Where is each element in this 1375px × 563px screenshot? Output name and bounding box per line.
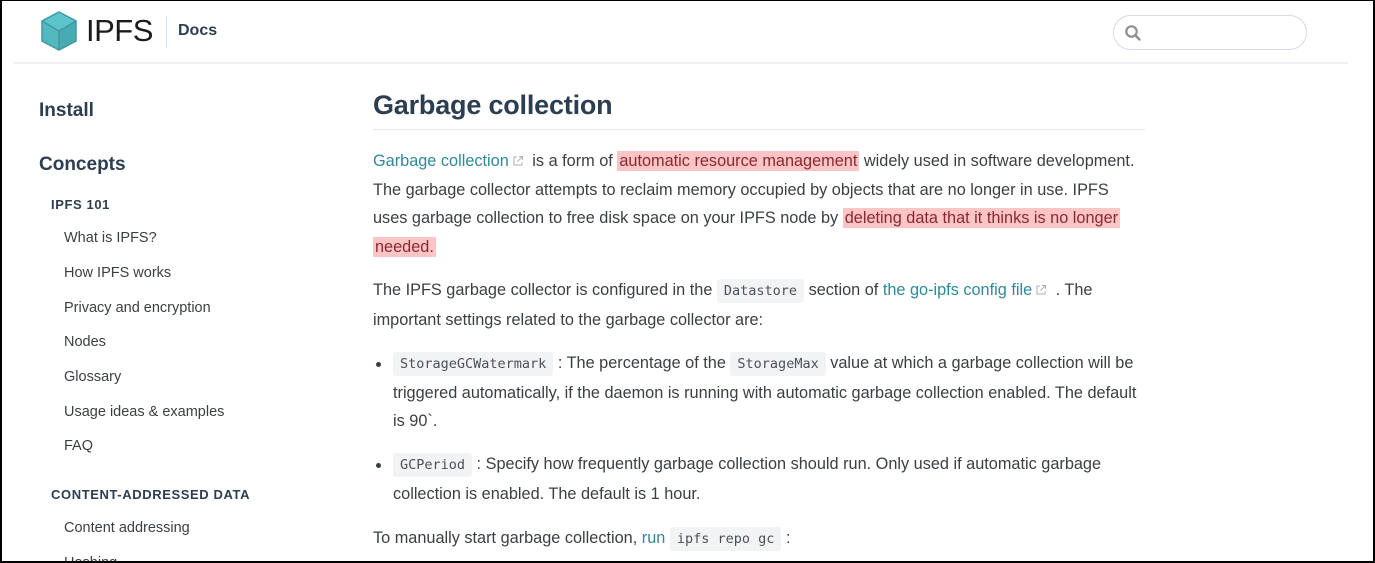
ipfs-cube-icon	[41, 11, 77, 51]
config-paragraph: The IPFS garbage collector is configured…	[373, 276, 1145, 334]
docs-link[interactable]: Docs	[178, 22, 217, 40]
code-ipfs-repo-gc: ipfs repo gc	[669, 527, 782, 551]
page-title: Garbage collection	[373, 90, 613, 120]
sidebar-item-nodes[interactable]: Nodes	[64, 334, 106, 350]
code-storagegcwatermark: StorageGCWatermark	[393, 352, 554, 376]
sidebar-item-how-ipfs-works[interactable]: How IPFS works	[64, 265, 171, 281]
run-link[interactable]: run	[642, 529, 666, 547]
list-item-text: : The percentage of the	[553, 354, 731, 372]
sidebar-item-faq[interactable]: FAQ	[64, 438, 93, 454]
sidebar-item-usage-ideas[interactable]: Usage ideas & examples	[64, 404, 224, 420]
garbage-collection-link[interactable]: Garbage collection	[373, 152, 509, 170]
list-item-text: : Specify how frequently garbage collect…	[393, 455, 1102, 503]
search-icon	[1125, 25, 1141, 41]
intro-text-1: is a form of	[527, 152, 618, 170]
code-gcperiod: GCPeriod	[393, 453, 473, 477]
code-storagemax: StorageMax	[730, 352, 826, 376]
list-bullet	[376, 463, 381, 468]
list-item-gcperiod: GCPeriod : Specify how frequently garbag…	[393, 450, 1145, 508]
manual-gc-text-1: To manually start garbage collection,	[373, 529, 642, 547]
main-content: Garbage collection Garbage collection is…	[373, 66, 1145, 563]
sidebar-nav: Install Concepts IPFS 101 What is IPFS? …	[0, 66, 340, 563]
external-link-icon	[1036, 285, 1047, 295]
intro-paragraph: Garbage collection is a form of automati…	[373, 147, 1145, 261]
top-navbar: IPFS Docs	[14, 0, 1348, 64]
sidebar-item-concepts[interactable]: Concepts	[39, 154, 126, 176]
search-box[interactable]	[1113, 15, 1307, 50]
sidebar-item-privacy-encryption[interactable]: Privacy and encryption	[64, 300, 211, 316]
config-text-2: section of	[804, 281, 883, 299]
title-divider	[373, 129, 1145, 130]
external-link-icon	[513, 156, 523, 166]
config-text-1: The IPFS garbage collector is configured…	[373, 281, 717, 299]
code-datastore: Datastore	[716, 279, 805, 303]
sidebar-group-ipfs-101[interactable]: IPFS 101	[51, 197, 110, 212]
ipfs-logo-link[interactable]: IPFS	[40, 10, 153, 52]
sidebar-item-glossary[interactable]: Glossary	[64, 369, 121, 385]
sidebar-item-install[interactable]: Install	[39, 100, 94, 122]
go-ipfs-config-link[interactable]: the go-ipfs config file	[883, 281, 1032, 299]
header-divider	[166, 16, 167, 48]
sidebar-group-content-addressed-data[interactable]: CONTENT-ADDRESSED DATA	[51, 487, 250, 502]
brand-name: IPFS	[86, 13, 153, 48]
sidebar-item-hashing[interactable]: Hashing	[64, 555, 117, 563]
sidebar-item-what-is-ipfs[interactable]: What is IPFS?	[64, 230, 157, 246]
manual-gc-paragraph: To manually start garbage collection, ru…	[373, 524, 1145, 554]
list-item-storagegcwatermark: StorageGCWatermark : The percentage of t…	[393, 349, 1145, 436]
search-input[interactable]	[1150, 20, 1300, 46]
sidebar-item-content-addressing[interactable]: Content addressing	[64, 520, 190, 536]
list-bullet	[376, 362, 381, 367]
manual-gc-text-2: :	[781, 529, 791, 547]
highlight-automatic-resource-management: automatic resource management	[617, 151, 860, 171]
